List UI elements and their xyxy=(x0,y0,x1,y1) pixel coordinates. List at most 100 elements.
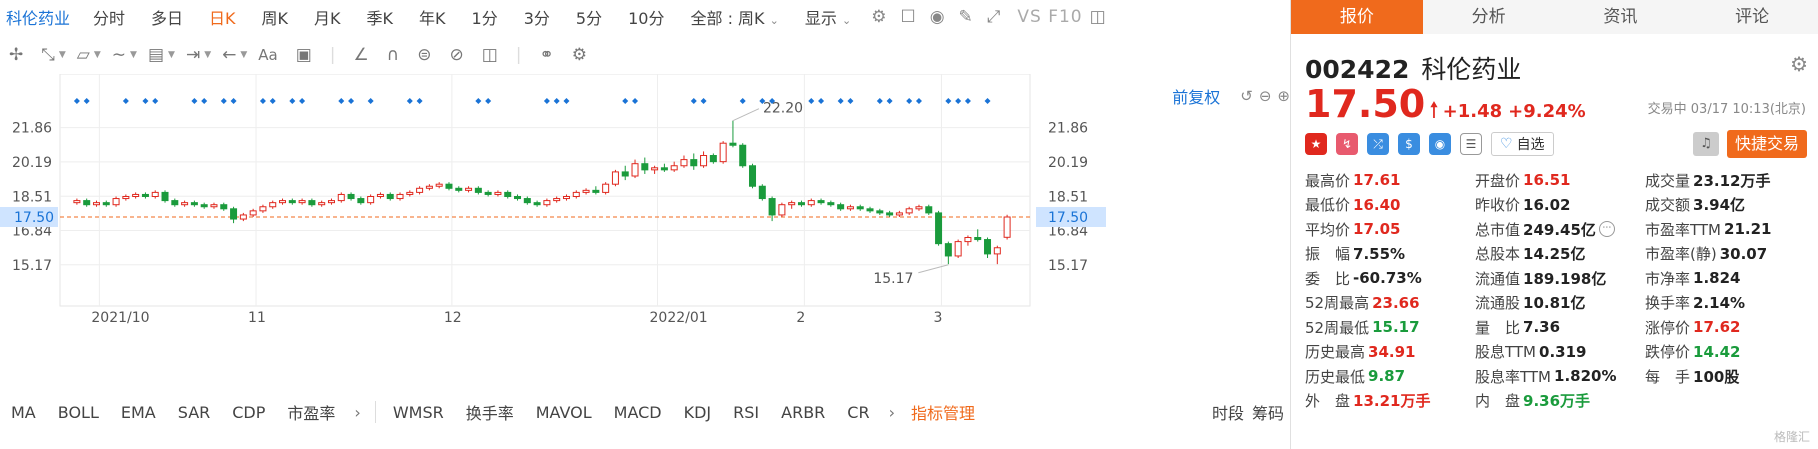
period-tab-1[interactable]: 多日 xyxy=(138,5,196,29)
indicator-tab[interactable]: CDP xyxy=(221,403,276,422)
note-icon[interactable]: ☰ xyxy=(1460,133,1482,155)
indicator-tab[interactable]: EMA xyxy=(110,403,167,422)
draw-settings-icon[interactable]: ⚙ xyxy=(572,45,587,65)
heart-icon: ♡ xyxy=(1500,136,1513,152)
candle-down xyxy=(886,212,894,216)
hide-icon[interactable]: ⊘ xyxy=(449,45,463,65)
candle-up xyxy=(700,155,708,167)
indicator-tab[interactable]: 市盈率 xyxy=(276,400,346,424)
magnet-icon[interactable]: ∩ xyxy=(387,45,399,65)
line-tool-icon[interactable]: ⤡ xyxy=(41,45,55,65)
indicator-tab[interactable]: ARBR xyxy=(770,403,836,422)
stat-key: 历史最低 xyxy=(1305,367,1366,386)
candle-up xyxy=(582,189,590,193)
move-icon[interactable]: ✢ xyxy=(9,45,23,65)
indicator-tab[interactable]: MAVOL xyxy=(525,403,603,422)
indicator-tab[interactable]: KDJ xyxy=(673,403,723,422)
indicator-manage-button[interactable]: 指标管理 xyxy=(911,400,975,424)
candle-up xyxy=(122,196,130,200)
indicator-tab[interactable]: CR xyxy=(836,403,880,422)
stat-key: 振 幅 xyxy=(1305,245,1351,264)
period-tab-5[interactable]: 季K xyxy=(354,5,407,29)
vs-f10-button[interactable]: VS F10 xyxy=(1017,7,1082,27)
candle-down xyxy=(660,167,668,171)
bell-icon[interactable]: ♫ xyxy=(1693,132,1719,156)
caret-icon[interactable]: ▼ xyxy=(168,50,175,60)
lock-icon[interactable]: ⊜ xyxy=(417,45,431,65)
hk-connect-icon[interactable]: ↯ xyxy=(1336,133,1358,155)
range-select[interactable]: 全部 : 周K ⌄ xyxy=(677,5,791,29)
chevron-right-icon[interactable]: › xyxy=(346,403,368,422)
tab-news[interactable]: 资讯 xyxy=(1554,0,1687,34)
caret-icon[interactable]: ▼ xyxy=(130,50,137,60)
period-tab-0[interactable]: 分时 xyxy=(80,5,138,29)
dollar-icon[interactable]: $ xyxy=(1398,133,1420,155)
caret-icon[interactable]: ▼ xyxy=(240,50,247,60)
display-select[interactable]: 显示 ⌄ xyxy=(792,5,864,29)
restore-mode-button[interactable]: 前复权 xyxy=(1172,84,1220,108)
tab-chips[interactable]: 筹码 xyxy=(1252,400,1284,424)
caret-icon[interactable]: ▼ xyxy=(204,50,211,60)
gear-icon[interactable]: ⚙ xyxy=(871,7,886,27)
square-icon[interactable]: ☐ xyxy=(900,7,915,27)
text-tool-icon[interactable]: Aa xyxy=(258,46,277,64)
indicator-tab[interactable]: WMSR xyxy=(382,403,455,422)
current-price: 17.50 xyxy=(1305,82,1426,126)
cross-icon[interactable]: ⤮ xyxy=(1367,133,1389,155)
flag-cn-icon[interactable]: ★ xyxy=(1305,133,1327,155)
period-tab-2[interactable]: 日K xyxy=(196,5,249,29)
tag-icon[interactable]: ◉ xyxy=(1429,133,1451,155)
period-tab-8[interactable]: 3分 xyxy=(511,5,563,29)
undo-icon[interactable]: ↺ xyxy=(1240,87,1253,105)
tab-analysis[interactable]: 分析 xyxy=(1422,0,1555,34)
comment-tool-icon[interactable]: ▣ xyxy=(296,45,312,65)
candle-up xyxy=(269,202,277,208)
zoom-in-icon[interactable]: ⊕ xyxy=(1277,87,1290,105)
candle-down xyxy=(357,198,365,204)
period-tab-6[interactable]: 年K xyxy=(406,5,459,29)
period-tab-7[interactable]: 1分 xyxy=(459,5,511,29)
indicator-tab[interactable]: 换手率 xyxy=(455,400,525,424)
fullscreen-icon[interactable]: ⤢ xyxy=(987,7,1001,27)
caret-icon[interactable]: ▼ xyxy=(59,50,66,60)
signal-marker xyxy=(984,98,991,104)
measure-tool-icon[interactable]: ⇥ xyxy=(186,45,200,65)
indicator-tab[interactable]: BOLL xyxy=(47,403,110,422)
angle-tool-icon[interactable]: ∠ xyxy=(354,45,369,65)
period-tab-10[interactable]: 10分 xyxy=(615,5,677,29)
indicator-tab[interactable]: SAR xyxy=(167,403,222,422)
period-tab-9[interactable]: 5分 xyxy=(563,5,615,29)
tab-quote[interactable]: 报价 xyxy=(1291,0,1423,34)
sidebar-toggle-icon[interactable]: ◫ xyxy=(1090,7,1106,27)
indicator-tab[interactable]: MA xyxy=(0,403,47,422)
indicator-tab[interactable]: MACD xyxy=(603,403,673,422)
pencil-icon[interactable]: ✎ xyxy=(959,7,973,27)
add-watchlist-button[interactable]: ♡ 自选 xyxy=(1491,132,1554,156)
stat-value: 16.51 xyxy=(1523,171,1571,190)
more-icon[interactable]: ⋯ xyxy=(1598,221,1615,238)
stat-value: 21.21 xyxy=(1724,220,1772,239)
arrow-tool-icon[interactable]: ← xyxy=(222,45,236,65)
candle-up xyxy=(964,237,972,243)
link-icon[interactable]: ⚭ xyxy=(540,45,554,65)
stat-value: 1.824 xyxy=(1693,269,1741,288)
zoom-out-icon[interactable]: ⊖ xyxy=(1259,87,1272,105)
tab-period[interactable]: 时段 xyxy=(1212,400,1244,424)
quick-trade-button[interactable]: 快捷交易 xyxy=(1727,130,1807,158)
indicator-tab[interactable]: RSI xyxy=(722,403,770,422)
tab-comments[interactable]: 评论 xyxy=(1686,0,1818,34)
period-tab-4[interactable]: 月K xyxy=(301,5,354,29)
candlestick-chart[interactable]: 21.86 21.86 20.19 20.19 18.51 18.51 16.84 16.84… xyxy=(0,74,1290,379)
caret-icon[interactable]: ▼ xyxy=(94,50,101,60)
period-tab-3[interactable]: 周K xyxy=(249,5,302,29)
fib-tool-icon[interactable]: ▤ xyxy=(148,45,164,65)
camera-icon[interactable]: ◉ xyxy=(930,7,945,27)
settings-gear-icon[interactable]: ⚙ xyxy=(1790,52,1808,76)
signal-marker xyxy=(191,98,198,104)
channel-tool-icon[interactable]: ▱ xyxy=(77,45,90,65)
stat-value: 23.12万手 xyxy=(1693,171,1771,190)
trash-icon[interactable]: ◫ xyxy=(482,45,498,65)
y-tick-label: 18.51 xyxy=(12,189,52,205)
wave-tool-icon[interactable]: ∼ xyxy=(112,45,126,65)
chevron-right-icon[interactable]: › xyxy=(881,403,903,422)
